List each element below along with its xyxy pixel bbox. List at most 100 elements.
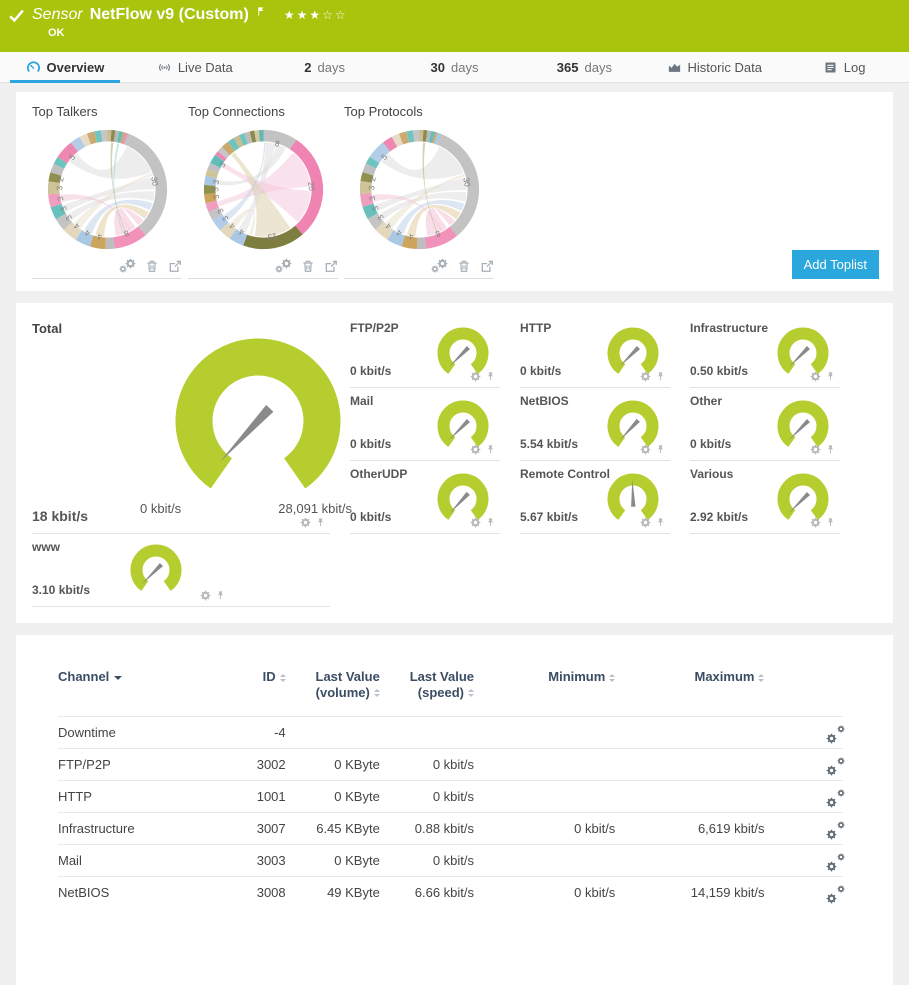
broadcast-icon <box>157 60 172 75</box>
flag-icon[interactable] <box>256 6 267 17</box>
gauge-dial-total <box>152 331 364 503</box>
channel-table: Channel ID Last Value (volume) Last Valu… <box>58 655 843 908</box>
gauge-tile-various: Various 2.92 kbit/s <box>690 461 840 534</box>
pin-icon[interactable] <box>655 444 666 455</box>
sensor-header: Sensor NetFlow v9 (Custom) ★★★☆☆ OK <box>0 0 909 52</box>
open-external-icon[interactable] <box>480 259 494 273</box>
gauge-tile-netbios: NetBIOS 5.54 kbit/s <box>520 388 670 461</box>
log-icon <box>823 60 838 75</box>
gauge-tile-other: Other 0 kbit/s <box>690 388 840 461</box>
toplist-top-protocols: Top Protocols 308444333325 <box>344 104 494 279</box>
area-chart-icon <box>667 60 682 75</box>
gear-icon[interactable] <box>470 371 481 382</box>
pin-icon[interactable] <box>655 517 666 528</box>
table-row[interactable]: Mail 3003 0 KByte 0 kbit/s <box>58 845 843 877</box>
gauge-tile-infrastructure: Infrastructure 0.50 kbit/s <box>690 315 840 388</box>
toplist-settings-icon[interactable] <box>431 258 448 273</box>
gear-icon[interactable] <box>810 371 821 382</box>
table-row[interactable]: Downtime -4 <box>58 717 843 749</box>
delete-icon[interactable] <box>457 259 471 273</box>
cell-channel: NetBIOS <box>58 877 223 909</box>
toplist-top-talkers: Top Talkers 308444333325 <box>32 104 182 279</box>
sort-desc-icon <box>114 676 122 680</box>
toplists-card: Top Talkers 308444333325 Top Connections… <box>16 92 893 291</box>
tab-overview[interactable]: Overview <box>0 52 130 82</box>
col-header-maximum[interactable]: Maximum <box>615 655 764 717</box>
tab-365-days[interactable]: 365 days <box>519 52 649 82</box>
tab-bar: Overview Live Data 2 days 30 days 365 da… <box>0 52 909 83</box>
gear-icon[interactable] <box>640 444 651 455</box>
sensor-title: NetFlow v9 (Custom) <box>90 6 249 24</box>
channel-value: 18 kbit/s <box>32 508 88 524</box>
svg-text:3: 3 <box>367 185 376 190</box>
gauge-max-label: 28,091 kbit/s <box>278 501 352 516</box>
pin-icon[interactable] <box>825 371 836 382</box>
gear-icon[interactable] <box>640 371 651 382</box>
table-row[interactable]: Infrastructure 3007 6.45 KByte 0.88 kbit… <box>58 813 843 845</box>
gear-icon[interactable] <box>200 590 211 601</box>
chord-chart-top-talkers[interactable]: 308444333325 <box>45 127 170 252</box>
sort-icon <box>468 689 474 697</box>
gauge-tile-otherudp: OtherUDP 0 kbit/s <box>350 461 500 534</box>
toplist-title: Top Connections <box>188 104 338 119</box>
tab-live-data[interactable]: Live Data <box>130 52 260 82</box>
pin-icon[interactable] <box>825 444 836 455</box>
col-header-last-value-speed[interactable]: Last Value (speed) <box>380 655 474 717</box>
cell-channel: Infrastructure <box>58 813 223 845</box>
add-toplist-button[interactable]: Add Toplist <box>792 250 879 279</box>
priority-stars[interactable]: ★★★☆☆ <box>284 8 348 22</box>
toplist-settings-icon[interactable] <box>275 258 292 273</box>
pin-icon[interactable] <box>655 371 666 382</box>
col-header-channel[interactable]: Channel <box>58 655 223 717</box>
gear-icon[interactable] <box>470 517 481 528</box>
table-row[interactable]: HTTP 1001 0 KByte 0 kbit/s <box>58 781 843 813</box>
gauge-tile-http: HTTP 0 kbit/s <box>520 315 670 388</box>
pin-icon[interactable] <box>485 517 496 528</box>
svg-text:3: 3 <box>211 187 220 192</box>
toplist-title: Top Talkers <box>32 104 182 119</box>
gear-icon[interactable] <box>470 444 481 455</box>
open-external-icon[interactable] <box>324 259 338 273</box>
tab-log[interactable]: Log <box>779 52 909 82</box>
pin-icon[interactable] <box>825 517 836 528</box>
pin-icon[interactable] <box>485 371 496 382</box>
gear-icon[interactable] <box>300 517 311 528</box>
sensor-status-badge: OK <box>48 27 909 39</box>
delete-icon[interactable] <box>301 259 315 273</box>
table-row[interactable]: FTP/P2P 3002 0 KByte 0 kbit/s <box>58 749 843 781</box>
toplist-title: Top Protocols <box>344 104 494 119</box>
table-row[interactable]: NetBIOS 3008 49 KByte 6.66 kbit/s 0 kbit… <box>58 877 843 909</box>
gauges-card: Total 0 kbit/s 28,091 kbit/s 18 kbit/s F… <box>16 303 893 623</box>
col-header-minimum[interactable]: Minimum <box>474 655 615 717</box>
gauge-tile-remote-control: Remote Control 5.67 kbit/s <box>520 461 670 534</box>
chord-chart-top-connections[interactable]: 8201344333333 <box>201 127 326 252</box>
tab-30-days[interactable]: 30 days <box>390 52 520 82</box>
gauge-dial <box>127 543 185 597</box>
cell-channel: Mail <box>58 845 223 877</box>
pin-icon[interactable] <box>215 590 226 601</box>
gear-icon[interactable] <box>810 444 821 455</box>
toplist-settings-icon[interactable] <box>119 258 136 273</box>
delete-icon[interactable] <box>145 259 159 273</box>
tab-historic-data[interactable]: Historic Data <box>649 52 779 82</box>
sort-icon <box>374 689 380 697</box>
pin-icon[interactable] <box>315 517 326 528</box>
gauge-icon <box>26 60 41 75</box>
col-header-id[interactable]: ID <box>223 655 286 717</box>
chord-chart-top-protocols[interactable]: 308444333325 <box>357 127 482 252</box>
channel-name: Total <box>32 321 62 336</box>
col-header-last-value-volume[interactable]: Last Value (volume) <box>286 655 380 717</box>
open-external-icon[interactable] <box>168 259 182 273</box>
tab-2-days[interactable]: 2 days <box>260 52 390 82</box>
gauge-tile-www: www 3.10 kbit/s <box>32 534 330 607</box>
cell-channel: Downtime <box>58 717 223 749</box>
cell-channel: FTP/P2P <box>58 749 223 781</box>
gear-icon[interactable] <box>810 517 821 528</box>
svg-text:30: 30 <box>461 177 471 188</box>
status-check-icon <box>8 7 25 24</box>
gauge-tile-mail: Mail 0 kbit/s <box>350 388 500 461</box>
svg-text:3: 3 <box>211 179 221 185</box>
pin-icon[interactable] <box>485 444 496 455</box>
gear-icon[interactable] <box>640 517 651 528</box>
svg-text:3: 3 <box>55 185 64 190</box>
